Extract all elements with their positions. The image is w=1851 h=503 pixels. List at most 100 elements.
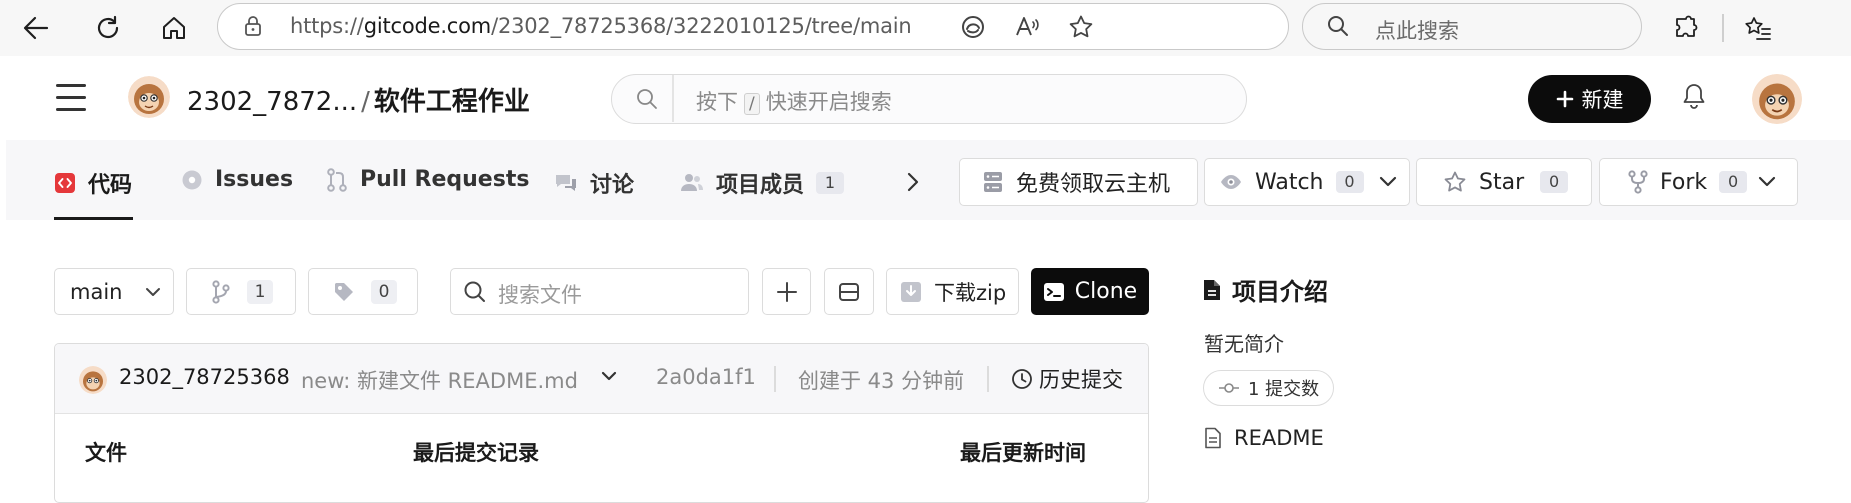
commit-count-chip[interactable]: 1 提交数 <box>1203 370 1335 406</box>
download-zip-button[interactable]: 下载zip <box>886 268 1019 315</box>
tab-pull-requests-label: Pull Requests <box>360 167 530 192</box>
readme-link[interactable]: README <box>1204 426 1324 450</box>
terminal-icon <box>1043 282 1064 301</box>
file-table-header: 文件 最后提交记录 最后更新时间 <box>55 415 1148 485</box>
repo-content: main 1 0 搜索文件 下载zip Clone 2302_78725368 … <box>0 220 1851 503</box>
free-cloud-host-label: 免费领取云主机 <box>1016 172 1171 197</box>
star-label: Star <box>1479 169 1525 195</box>
file-search-input[interactable]: 搜索文件 <box>450 268 749 315</box>
star-count-badge: 0 <box>1540 171 1569 193</box>
server-icon <box>984 172 1002 192</box>
star-button[interactable]: Star 0 <box>1416 158 1592 206</box>
commit-count-label: 1 提交数 <box>1248 379 1320 400</box>
read-aloud-icon[interactable] <box>1014 14 1040 40</box>
commit-divider <box>987 366 989 392</box>
chevron-down-icon <box>1379 176 1396 187</box>
puzzle-icon <box>1676 15 1698 37</box>
immersive-reader-icon[interactable] <box>960 14 986 40</box>
back-button[interactable] <box>14 6 58 50</box>
watch-label: Watch <box>1255 169 1324 195</box>
repo-owner-avatar[interactable] <box>128 76 170 118</box>
fork-icon <box>1628 170 1648 194</box>
terminal-window-icon <box>839 282 859 301</box>
search-icon <box>636 88 658 110</box>
repo-breadcrumb: 2302_7872... / 软件工程作业 <box>187 81 530 118</box>
fork-button[interactable]: Fork 0 <box>1599 158 1798 206</box>
file-list-panel: 2302_78725368 new: 新建文件 README.md 2a0da1… <box>54 343 1149 503</box>
commit-message[interactable]: new: 新建文件 README.md <box>301 365 578 395</box>
eye-icon <box>1221 175 1241 189</box>
fork-count-badge: 0 <box>1719 171 1748 193</box>
browser-toolbar: https://gitcode.com/2302_78725368/322201… <box>0 0 1851 56</box>
watch-button[interactable]: Watch 0 <box>1204 158 1410 206</box>
commit-author[interactable]: 2302_78725368 <box>119 365 290 389</box>
shortcut-key: / <box>744 93 760 115</box>
menu-icon[interactable] <box>56 84 86 112</box>
commit-hash[interactable]: 2a0da1f1 <box>656 365 756 389</box>
address-bar[interactable]: https://gitcode.com/2302_78725368/322201… <box>217 3 1289 50</box>
branch-select[interactable]: main <box>54 268 174 315</box>
tab-issues[interactable]: Issues <box>181 167 293 192</box>
site-header: 2302_7872... / 软件工程作业 按下 / 快速开启搜索 新建 <box>6 56 1851 140</box>
home-icon <box>163 17 185 39</box>
back-arrow-icon <box>23 16 49 40</box>
extensions-button[interactable] <box>1664 6 1708 50</box>
refresh-icon <box>97 15 119 39</box>
repo-owner-link[interactable]: 2302_7872... <box>187 87 357 117</box>
tab-discussions-label: 讨论 <box>590 173 635 198</box>
tag-icon <box>335 282 353 301</box>
tab-issues-label: Issues <box>215 167 294 192</box>
repo-tab-bar: 代码 Issues Pull Requests 讨论 项目成员 1 免费领取云主… <box>6 140 1851 220</box>
search-icon <box>463 280 487 304</box>
chevron-down-icon <box>1759 176 1776 187</box>
new-button[interactable]: 新建 <box>1528 75 1651 123</box>
file-search-placeholder: 搜索文件 <box>498 283 582 307</box>
clone-button[interactable]: Clone <box>1031 268 1149 315</box>
favorite-star-icon[interactable] <box>1068 14 1094 40</box>
download-zip-label: 下载zip <box>934 280 1007 305</box>
tab-code-label: 代码 <box>88 173 133 198</box>
free-cloud-host-button[interactable]: 免费领取云主机 <box>959 158 1198 206</box>
home-button[interactable] <box>152 6 196 50</box>
tab-members[interactable]: 项目成员 1 <box>680 167 845 199</box>
browser-search-placeholder: 点此搜索 <box>1375 19 1459 43</box>
refresh-button[interactable] <box>86 6 130 50</box>
notification-bell-icon[interactable] <box>1682 82 1706 110</box>
url-text: https://gitcode.com/2302_78725368/322201… <box>290 14 912 38</box>
new-button-label: 新建 <box>1581 88 1624 112</box>
web-ide-button[interactable] <box>824 268 874 315</box>
pull-request-icon <box>327 167 347 192</box>
branches-button[interactable]: 1 <box>186 268 296 315</box>
chevron-down-icon <box>146 287 161 296</box>
plus-icon <box>776 281 797 302</box>
toolbar-divider <box>1722 14 1724 42</box>
project-intro-title-text: 项目介绍 <box>1232 278 1328 306</box>
download-icon <box>901 281 921 302</box>
site-search-input[interactable]: 按下 / 快速开启搜索 <box>611 74 1247 124</box>
tags-button[interactable]: 0 <box>308 268 418 315</box>
site-search-placeholder: 按下 / 快速开启搜索 <box>696 90 892 115</box>
chevron-down-icon[interactable] <box>600 370 618 384</box>
favorites-button[interactable] <box>1736 6 1780 50</box>
commit-author-avatar[interactable] <box>79 366 107 394</box>
search-icon <box>1327 15 1349 37</box>
readme-label: README <box>1234 426 1324 450</box>
breadcrumb-separator: / <box>361 87 370 117</box>
clock-icon <box>1012 369 1032 389</box>
tab-code[interactable]: 代码 <box>54 167 132 199</box>
members-count-badge: 1 <box>816 172 845 194</box>
branch-icon <box>212 279 230 304</box>
tabs-scroll-right-icon[interactable] <box>904 170 922 194</box>
latest-commit-row: 2302_78725368 new: 新建文件 README.md 2a0da1… <box>55 344 1148 414</box>
browser-search-box[interactable]: 点此搜索 <box>1302 3 1642 50</box>
code-icon <box>55 173 75 193</box>
commit-created-time: 创建于 43 分钟前 <box>798 369 965 393</box>
issue-icon <box>182 170 202 189</box>
discussion-icon <box>556 175 576 191</box>
add-file-button[interactable] <box>762 268 811 315</box>
tab-pull-requests[interactable]: Pull Requests <box>326 167 529 192</box>
user-avatar[interactable] <box>1752 74 1802 124</box>
commit-history-button[interactable]: 历史提交 <box>1011 364 1123 394</box>
repo-name-link[interactable]: 软件工程作业 <box>374 87 530 117</box>
tab-discussions[interactable]: 讨论 <box>554 167 634 199</box>
